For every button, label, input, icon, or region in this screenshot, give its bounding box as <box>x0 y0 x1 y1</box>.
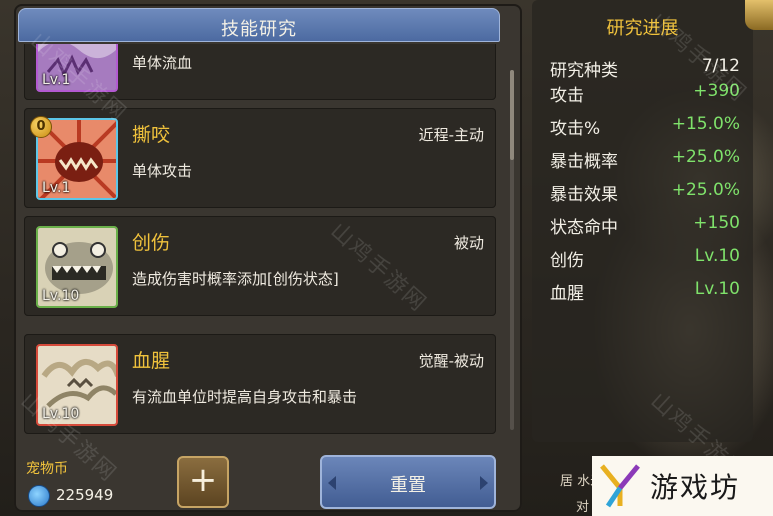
stat-key: 暴击概率 <box>550 152 618 172</box>
panel-title: 技能研究 <box>221 19 297 40</box>
scroll-thumb[interactable] <box>510 70 514 160</box>
stat-key: 暴击效果 <box>550 185 618 205</box>
brand-mark-icon <box>600 464 640 508</box>
currency-label: 宠物币 <box>26 461 68 477</box>
stat-key: 研究种类 <box>550 61 618 81</box>
stat-key: 攻击 <box>550 86 584 106</box>
stat-value: +150 <box>693 213 740 233</box>
panel-header: 技能研究 <box>18 8 500 42</box>
skill-name: 撕咬 <box>132 124 171 146</box>
progress-title: 研究进展 <box>606 18 679 39</box>
stat-row: 状态命中 +150 <box>550 213 740 239</box>
stat-row: 血腥 Lv.10 <box>550 279 740 305</box>
blue-paw-coin-icon <box>28 485 50 507</box>
add-currency-button[interactable]: + <box>177 456 229 508</box>
stat-value: Lv.10 <box>694 279 740 299</box>
stat-key: 血腥 <box>550 284 584 304</box>
skill-name: 血腥 <box>132 350 171 372</box>
stat-row: 暴击概率 +25.0% <box>550 147 740 173</box>
stat-value: +25.0% <box>671 180 740 200</box>
cost-badge: 0 <box>30 116 52 138</box>
stat-row: 攻击% +15.0% <box>550 114 740 140</box>
reset-label: 重置 <box>390 475 426 496</box>
stat-key: 创伤 <box>550 251 584 271</box>
stat-row: 暴击效果 +25.0% <box>550 180 740 206</box>
skill-level: Lv.10 <box>42 288 80 304</box>
brand-text: 游戏坊 <box>650 471 741 504</box>
skill-name: 创伤 <box>132 232 171 254</box>
stat-key: 攻击% <box>550 119 601 139</box>
reset-button[interactable]: 重置 <box>320 455 496 509</box>
skill-desc: 单体流血 <box>132 54 193 72</box>
skill-card-bloody[interactable]: Lv.10 血腥 觉醒-被动 有流血单位时提高自身攻击和暴击 <box>24 334 496 434</box>
skill-type: 觉醒-被动 <box>418 352 484 370</box>
skill-level: Lv.1 <box>42 180 71 196</box>
scrollbar[interactable] <box>510 70 514 430</box>
stat-value: +25.0% <box>671 147 740 167</box>
stat-value: +15.0% <box>671 114 740 134</box>
skill-card-bite[interactable]: Lv.1 0 撕咬 近程-主动 单体攻击 <box>24 108 496 208</box>
green-beast-jaw-icon: Lv.10 <box>36 226 118 308</box>
corner-ornament <box>745 0 773 30</box>
skill-desc: 造成伤害时概率添加[创伤状态] <box>132 270 339 288</box>
skill-type: 近程-主动 <box>418 126 484 144</box>
brand-logo: 游戏坊 <box>592 456 773 516</box>
stat-row: 创伤 Lv.10 <box>550 246 740 272</box>
stat-value: Lv.10 <box>694 246 740 266</box>
skill-desc: 有流血单位时提高自身攻击和暴击 <box>132 388 358 406</box>
skill-type: 被动 <box>453 234 484 252</box>
skill-desc: 单体攻击 <box>132 162 193 180</box>
arrow-right-icon <box>480 476 488 490</box>
currency-value: 225949 <box>56 486 114 504</box>
stat-key: 状态命中 <box>550 218 618 238</box>
